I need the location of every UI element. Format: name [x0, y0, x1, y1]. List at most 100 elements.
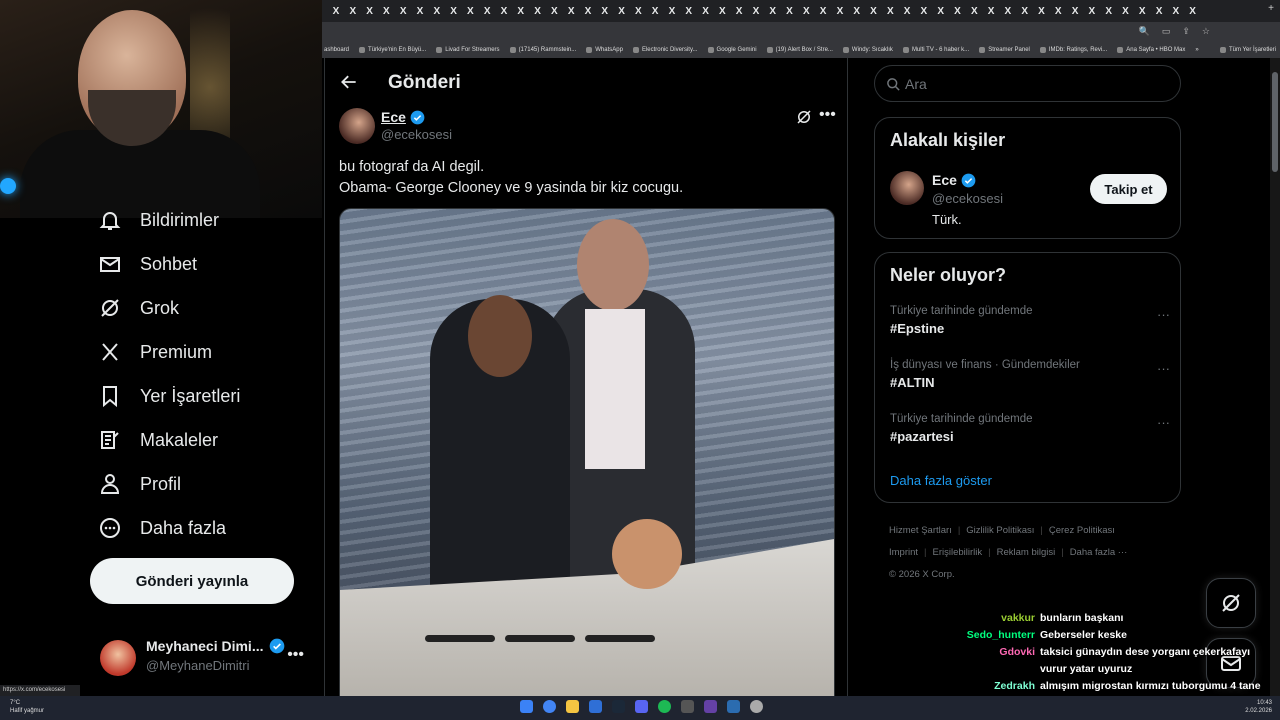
bookmark-item[interactable]: Google Gemini — [707, 47, 757, 53]
footer-link[interactable]: Hizmet Şartları — [889, 525, 952, 536]
browser-tab[interactable]: X — [328, 3, 344, 19]
browser-tab[interactable]: X — [1134, 3, 1150, 19]
footer-link[interactable]: Reklam bilgisi — [997, 547, 1056, 558]
nav-item-sohbet[interactable]: Sohbet — [98, 252, 197, 276]
related-avatar[interactable] — [890, 171, 924, 205]
browser-tab[interactable]: X — [1101, 3, 1117, 19]
browser-tab[interactable]: X — [630, 3, 646, 19]
search-input[interactable]: Ara — [874, 65, 1181, 102]
browser-tab[interactable]: X — [1084, 3, 1100, 19]
post-button[interactable]: Gönderi yayınla — [90, 558, 294, 604]
nav-item-grok[interactable]: Grok — [98, 296, 179, 320]
browser-tab[interactable]: X — [580, 3, 596, 19]
bookmark-item[interactable]: Streamer Panel — [979, 47, 1030, 53]
browser-tab[interactable]: X — [429, 3, 445, 19]
browser-tab[interactable]: X — [530, 3, 546, 19]
browser-tab[interactable]: X — [462, 3, 478, 19]
page-scrollbar[interactable] — [1270, 58, 1280, 696]
browser-tab[interactable]: X — [378, 3, 394, 19]
browser-tab[interactable]: X — [966, 3, 982, 19]
zoom-icon[interactable]: 🔍 — [1139, 26, 1150, 37]
trend-item[interactable]: İş dünyası ve finans · Gündemdekiler #ALT… — [890, 359, 1170, 390]
author-avatar[interactable] — [339, 108, 375, 144]
account-more-button[interactable]: ••• — [287, 646, 304, 664]
bookmarks-more[interactable]: » — [1195, 47, 1198, 53]
chrome-icon[interactable] — [543, 700, 556, 713]
browser-tab[interactable]: X — [546, 3, 562, 19]
browser-tab[interactable]: X — [882, 3, 898, 19]
spotify-icon[interactable] — [658, 700, 671, 713]
bookmark-item[interactable]: IMDb: Ratings, Revi... — [1039, 47, 1107, 53]
footer-link[interactable]: Çerez Politikası — [1049, 525, 1115, 536]
related-name-row[interactable]: Ece — [932, 172, 976, 188]
nav-item-makaleler[interactable]: Makaleler — [98, 428, 218, 452]
nav-item-daha-fazla[interactable]: Daha fazla — [98, 516, 226, 540]
footer-link[interactable]: Imprint — [889, 547, 918, 558]
footer-link[interactable]: Daha fazla ··· — [1070, 547, 1128, 558]
bookmark-item[interactable]: (17145) Rammstein... — [509, 47, 576, 53]
related-handle[interactable]: @ecekosesi — [932, 191, 1003, 206]
post-more-button[interactable]: ••• — [819, 106, 836, 124]
post-photo[interactable] — [339, 208, 835, 696]
browser-tab[interactable]: X — [949, 3, 965, 19]
bookmark-item[interactable]: (19) Alert Box / Stre... — [766, 47, 833, 53]
browser-tab[interactable]: X — [1067, 3, 1083, 19]
browser-tab[interactable]: X — [1050, 3, 1066, 19]
browser-tab[interactable]: X — [681, 3, 697, 19]
browser-tab[interactable]: X — [1000, 3, 1016, 19]
app-icon[interactable] — [704, 700, 717, 713]
browser-tab[interactable]: X — [832, 3, 848, 19]
discord-icon[interactable] — [635, 700, 648, 713]
browser-tab[interactable]: X — [698, 3, 714, 19]
browser-tab[interactable]: X — [479, 3, 495, 19]
cast-icon[interactable]: ▭ — [1162, 26, 1171, 37]
browser-tab[interactable]: X — [1033, 3, 1049, 19]
browser-tab[interactable]: X — [345, 3, 361, 19]
browser-tab[interactable]: X — [849, 3, 865, 19]
windows-start-icon[interactable] — [520, 700, 533, 713]
browser-tab[interactable]: X — [647, 3, 663, 19]
nav-item-profil[interactable]: Profil — [98, 472, 181, 496]
browser-tab[interactable]: X — [983, 3, 999, 19]
author-name[interactable]: Ece — [381, 109, 406, 125]
show-more-link[interactable]: Daha fazla göster — [890, 473, 992, 488]
browser-tab[interactable]: X — [597, 3, 613, 19]
steam-icon[interactable] — [612, 700, 625, 713]
browser-tab[interactable]: X — [513, 3, 529, 19]
star-icon[interactable]: ☆ — [1202, 26, 1210, 37]
nav-item-premium[interactable]: Premium — [98, 340, 212, 364]
browser-tab[interactable]: X — [782, 3, 798, 19]
browser-tab[interactable]: X — [1117, 3, 1133, 19]
bookmark-item[interactable]: Windy: Sıcaklık — [842, 47, 893, 53]
bookmark-item[interactable]: Livad For Streamers — [436, 47, 500, 53]
app-icon[interactable] — [589, 700, 602, 713]
bookmark-item[interactable]: Electronic Diversity... — [632, 47, 698, 53]
browser-tab[interactable]: X — [933, 3, 949, 19]
browser-tab[interactable]: X — [664, 3, 680, 19]
obs-icon[interactable] — [750, 700, 763, 713]
author-name-row[interactable]: Ece — [381, 109, 425, 125]
browser-tab[interactable]: X — [446, 3, 462, 19]
author-handle[interactable]: @ecekosesi — [381, 127, 452, 142]
browser-tab[interactable]: X — [916, 3, 932, 19]
browser-tab[interactable]: X — [815, 3, 831, 19]
browser-tab[interactable]: X — [563, 3, 579, 19]
browser-tab[interactable]: X — [714, 3, 730, 19]
bookmark-item[interactable]: WhatsApp — [586, 47, 623, 53]
browser-tab[interactable]: X — [1151, 3, 1167, 19]
browser-tab[interactable]: X — [1017, 3, 1033, 19]
browser-tab[interactable]: X — [1185, 3, 1201, 19]
bookmark-item[interactable]: ashboard — [324, 47, 349, 53]
browser-tab[interactable]: X — [412, 3, 428, 19]
new-tab-button[interactable]: + — [1268, 3, 1274, 14]
bookmark-item[interactable]: Türkiye'nin En Büyü... — [359, 47, 426, 53]
browser-tab[interactable]: X — [899, 3, 915, 19]
browser-tab[interactable]: X — [798, 3, 814, 19]
weather-widget[interactable]: 7°C Hafif yağmur — [10, 699, 44, 715]
scrollbar-thumb[interactable] — [1272, 72, 1278, 172]
browser-tab[interactable]: X — [866, 3, 882, 19]
browser-tab[interactable]: X — [614, 3, 630, 19]
browser-tab[interactable]: X — [765, 3, 781, 19]
app-icon[interactable] — [727, 700, 740, 713]
taskbar-clock[interactable]: 10:43 2.02.2026 — [1245, 699, 1272, 715]
